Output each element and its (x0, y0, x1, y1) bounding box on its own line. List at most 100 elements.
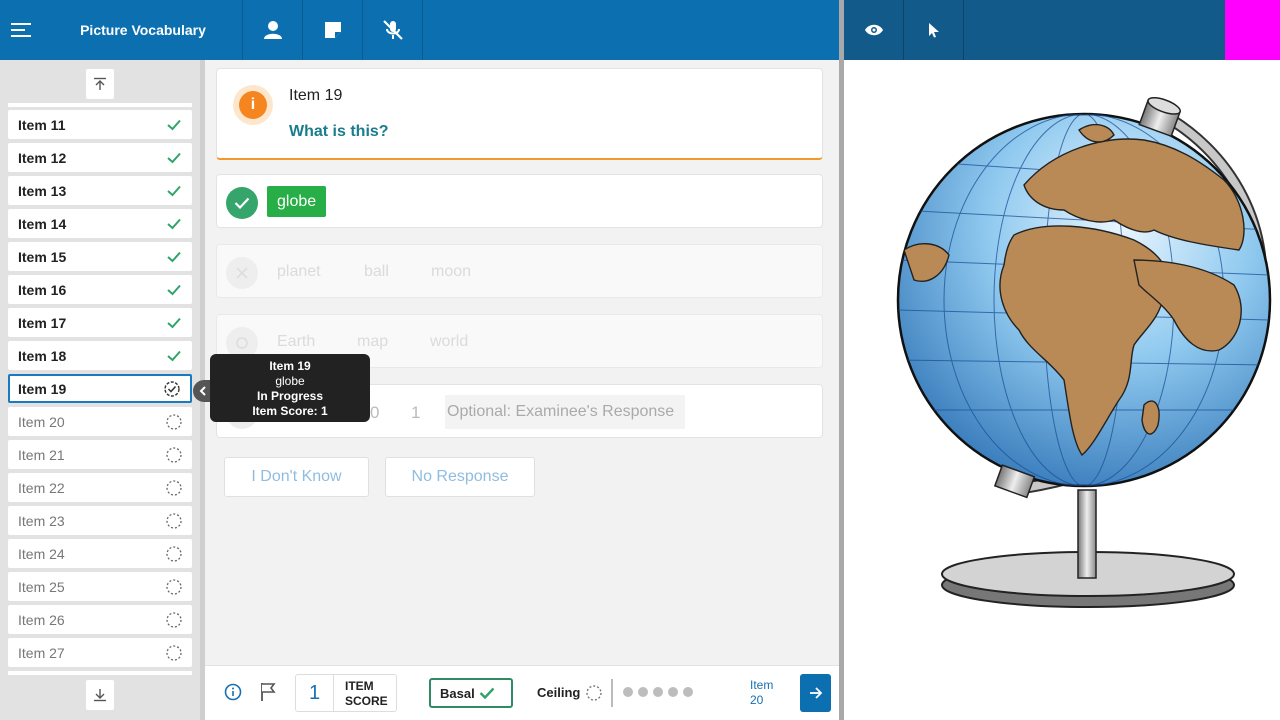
globe-image (896, 97, 1272, 608)
incorrect-x-icon[interactable] (226, 257, 258, 289)
item-tooltip: Item 19 globe In Progress Item Score: 1 (210, 354, 370, 422)
question-title: Item 19 (289, 87, 343, 104)
question-prompt: What is this? (289, 123, 389, 140)
ceiling-divider (611, 679, 613, 707)
list-item-peek (8, 671, 192, 675)
answer-option: planet (277, 263, 321, 280)
progress-dot (638, 687, 648, 697)
sidebar-item-label: Item 16 (18, 281, 67, 298)
sidebar-item-label: Item 14 (18, 215, 67, 232)
sidebar-item[interactable]: Item 18 (8, 341, 192, 370)
sidebar-item[interactable]: Item 26 (8, 605, 192, 634)
sidebar-item[interactable]: Item 25 (8, 572, 192, 601)
flag-button[interactable] (260, 682, 276, 707)
check-icon (167, 218, 181, 229)
sidebar-item[interactable]: Item 15 (8, 242, 192, 271)
tooltip-answer: globe (275, 374, 305, 388)
ceiling-pending-icon (585, 684, 603, 707)
footer-bar: 1 ITEM SCORE Basal Ceiling Item 20 (205, 665, 839, 720)
sidebar-item[interactable]: Item 24 (8, 539, 192, 568)
sidebar-item-label: Item 19 (18, 380, 67, 397)
sidebar-item[interactable]: Item 16 (8, 275, 192, 304)
sidebar-item-label: Item 26 (18, 611, 65, 628)
list-item-peek (8, 103, 192, 107)
sidebar-item[interactable]: Item 22 (8, 473, 192, 502)
sidebar-item[interactable]: Item 27 (8, 638, 192, 667)
answer-option: map (357, 333, 389, 350)
examinee-response-input[interactable] (445, 395, 685, 429)
progress-dot (653, 687, 663, 697)
check-icon (167, 251, 181, 262)
score-option-0[interactable]: 0 (370, 403, 379, 423)
sidebar-item-label: Item 18 (18, 347, 67, 364)
person-icon (263, 21, 282, 39)
view-button[interactable] (844, 0, 904, 60)
ceiling-progress-dots (623, 687, 693, 697)
sidebar-item-label: Item 13 (18, 182, 67, 199)
app-title: Picture Vocabulary (44, 0, 243, 60)
sidebar-item[interactable]: Item 12 (8, 143, 192, 172)
correct-check-icon[interactable] (226, 187, 258, 219)
sidebar-item-label: Item 23 (18, 512, 65, 529)
tooltip-status: In Progress (256, 389, 324, 403)
mic-off-icon (382, 20, 403, 40)
app: Picture Vocabulary Item 11 Item 12 Item 13… (0, 0, 1280, 720)
no-response-button[interactable]: No Response (385, 457, 535, 497)
sidebar-item-label: Item 15 (18, 248, 67, 265)
check-icon (167, 317, 181, 328)
sidebar-item[interactable]: Item 20 (8, 407, 192, 436)
examinee-button[interactable] (243, 0, 303, 60)
basal-label: Basal (440, 685, 475, 701)
pending-icon (166, 479, 182, 496)
question-card: i Item 19 What is this? (216, 68, 823, 160)
stimulus-toolbar (844, 0, 1280, 60)
sidebar-item[interactable]: Item 11 (8, 110, 192, 139)
scroll-top-button[interactable] (86, 69, 114, 99)
sidebar-item-label: Item 11 (18, 116, 66, 133)
menu-icon (11, 23, 31, 37)
sidebar-item-label: Item 25 (18, 578, 65, 595)
next-item-button[interactable] (800, 674, 831, 712)
basal-status: Basal (429, 678, 513, 708)
score-option-1[interactable]: 1 (411, 403, 420, 423)
progress-dot (683, 687, 693, 697)
info-button[interactable] (224, 683, 242, 706)
menu-button[interactable] (0, 0, 44, 60)
incorrect-answers-row[interactable]: planet ball moon (216, 244, 823, 298)
sidebar-item[interactable]: Item 13 (8, 176, 192, 205)
pending-icon (166, 512, 182, 529)
item-sidebar: Item 11 Item 12 Item 13 Item 14 Item 15 Item … (0, 60, 200, 720)
info-badge: i (233, 85, 273, 125)
sidebar-item[interactable]: Item 21 (8, 440, 192, 469)
answer-option: ball (364, 263, 389, 280)
tooltip-score: Item Score: 1 (252, 404, 328, 418)
answer-option: moon (431, 263, 472, 280)
info-circle-icon (224, 683, 242, 701)
sidebar-item-label: Item 21 (18, 446, 65, 463)
progress-dot (623, 687, 633, 697)
sidebar-item[interactable]: Item 23 (8, 506, 192, 535)
pending-icon (166, 446, 182, 463)
arrow-to-bottom-icon (94, 689, 106, 702)
scroll-bottom-button[interactable] (86, 680, 114, 710)
mic-button[interactable] (363, 0, 423, 60)
top-bar: Picture Vocabulary (0, 0, 839, 60)
sidebar-item[interactable]: Item 17 (8, 308, 192, 337)
correct-answer-row[interactable]: globe (216, 174, 823, 228)
sidebar-item[interactable]: Item 19 (8, 374, 192, 403)
next-item-label: Item 20 (750, 678, 773, 708)
notes-button[interactable] (303, 0, 363, 60)
flag-icon (261, 683, 276, 701)
note-icon (324, 22, 341, 38)
item-score-box: 1 ITEM SCORE (295, 674, 397, 712)
item-score-label-line2: SCORE (345, 694, 388, 708)
check-icon (167, 152, 181, 163)
pointer-button[interactable] (904, 0, 964, 60)
sidebar-item-label: Item 12 (18, 149, 67, 166)
pending-icon (166, 413, 182, 430)
sidebar-item[interactable]: Item 14 (8, 209, 192, 238)
sidebar-item-label: Item 20 (18, 413, 65, 430)
sidebar-item-label: Item 22 (18, 479, 65, 496)
dont-know-button[interactable]: I Don't Know (224, 457, 369, 497)
item-score-label: ITEM SCORE (334, 675, 396, 711)
